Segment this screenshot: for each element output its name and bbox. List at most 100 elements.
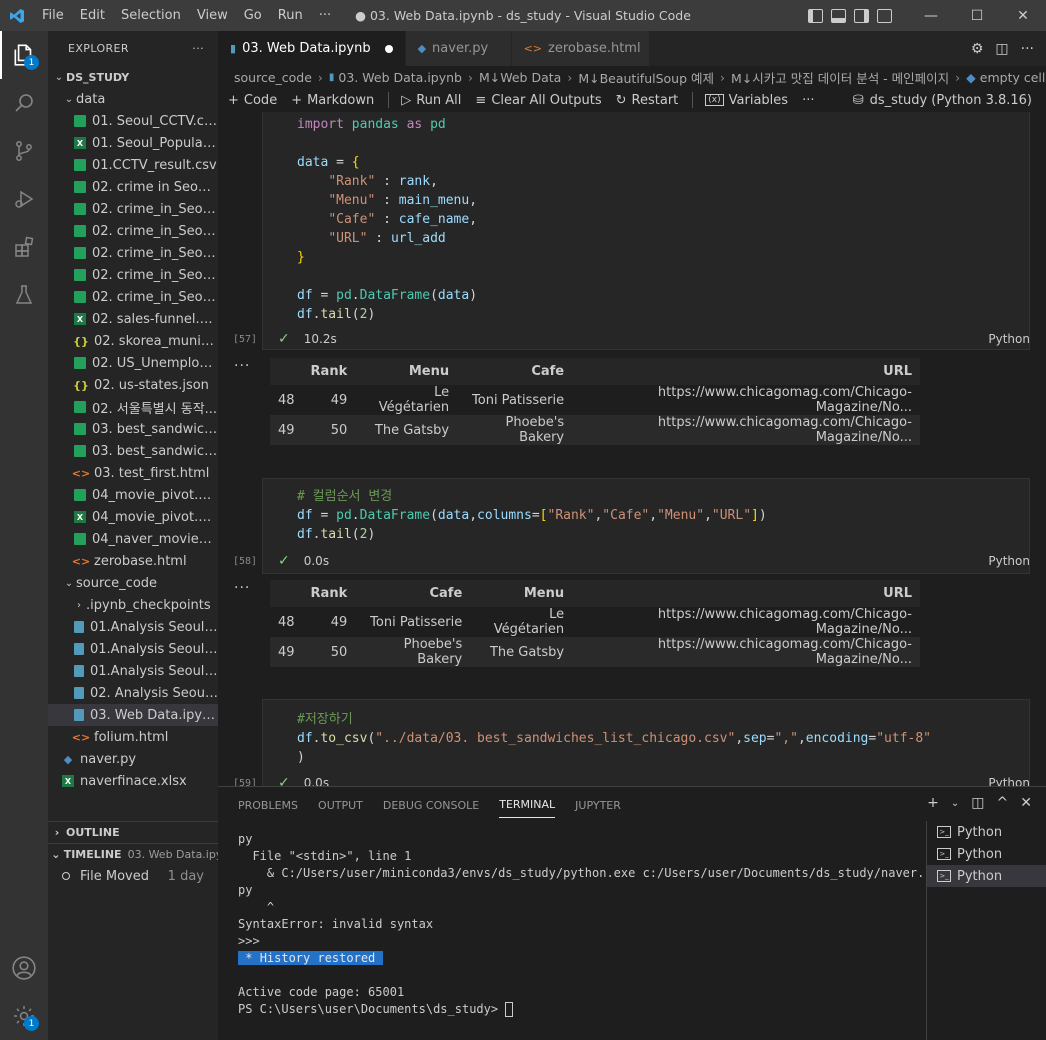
cell-language[interactable]: Python <box>988 554 1030 568</box>
breadcrumb-item[interactable]: empty cell <box>980 70 1046 85</box>
file-item[interactable]: 01.Analysis Seoul CC... <box>48 616 218 638</box>
more-actions-icon[interactable]: ··· <box>1021 41 1034 57</box>
cell-code[interactable]: #저장하기 df.to_csv("../data/03. best_sandwi… <box>263 700 1029 767</box>
file-item[interactable]: 02. crime_in_Seoul.csv <box>48 286 218 308</box>
customize-layout-icon[interactable] <box>877 8 892 23</box>
file-item[interactable]: 03. best_sandwiches... <box>48 440 218 462</box>
unsaved-dot-icon[interactable] <box>384 44 393 53</box>
output-more-icon[interactable]: ··· <box>234 358 250 374</box>
toggle-sidebar-icon[interactable] <box>808 8 823 23</box>
tab-zerobase-html[interactable]: <> zerobase.html <box>511 31 650 66</box>
file-item[interactable]: 01.Analysis Seoul CC... <box>48 638 218 660</box>
toggle-secondary-sidebar-icon[interactable] <box>854 8 869 23</box>
file-item[interactable]: 02. US_Unemploym... <box>48 352 218 374</box>
file-item[interactable]: X 02. sales-funnel.xlsx <box>48 308 218 330</box>
file-item[interactable]: X 04_movie_pivot.xlsx <box>48 506 218 528</box>
terminal-cursor[interactable] <box>505 1002 514 1017</box>
file-item[interactable]: 01.CCTV_result.csv <box>48 154 218 176</box>
code-cell-59[interactable]: #저장하기 df.to_csv("../data/03. best_sandwi… <box>262 699 1030 786</box>
cell-code[interactable]: import pandas as pd data = { "Rank" : ra… <box>263 112 1029 324</box>
breadcrumb-item[interactable]: M↓시카고 맛집 데이터 분석 - 메인페이지 <box>731 68 949 87</box>
file-item[interactable]: 03. best_sandwiches... <box>48 418 218 440</box>
run-debug-button[interactable] <box>0 175 48 223</box>
file-item[interactable]: <> 03. test_first.html <box>48 462 218 484</box>
file-item[interactable]: {} 02. us-states.json <box>48 374 218 396</box>
kernel-picker[interactable]: ⛁ ds_study (Python 3.8.16) <box>853 88 1032 112</box>
toolbar-more-button[interactable]: ··· <box>802 93 814 108</box>
code-cell-58[interactable]: # 컬럼순서 변경 df = pd.DataFrame(data,columns… <box>262 478 1030 574</box>
menu-file[interactable]: File <box>34 8 72 23</box>
breadcrumb-item[interactable]: 03. Web Data.ipynb <box>338 70 462 85</box>
tab-debug-console[interactable]: DEBUG CONSOLE <box>383 791 479 818</box>
source-control-button[interactable] <box>0 127 48 175</box>
file-item[interactable]: 04_naver_movie_raw... <box>48 528 218 550</box>
menu-edit[interactable]: Edit <box>72 8 113 23</box>
gear-icon[interactable]: ⚙ <box>971 41 984 57</box>
tab-naver-py[interactable]: ◆ naver.py <box>405 31 512 66</box>
add-code-cell-button[interactable]: + Code <box>228 93 277 108</box>
file-item[interactable]: Xnaverfinace.xlsx <box>48 770 218 792</box>
terminal-item[interactable]: >_ Python <box>927 821 1046 843</box>
terminal-output[interactable]: py File "<stdin>", line 1 & C:/Users/use… <box>238 831 924 1018</box>
menu-view[interactable]: View <box>189 8 236 23</box>
manage-button[interactable]: 1 <box>0 992 48 1040</box>
new-terminal-icon[interactable]: + <box>927 795 939 811</box>
menu-run[interactable]: Run <box>270 8 311 23</box>
file-item[interactable]: 02. crime_in_Seoul_fi... <box>48 220 218 242</box>
folder-data[interactable]: ⌄ data <box>48 88 218 110</box>
cell-language[interactable]: Python <box>988 776 1030 786</box>
code-cell-57[interactable]: import pandas as pd data = { "Rank" : ra… <box>262 112 1030 350</box>
workspace-root[interactable]: ⌄ DS_STUDY <box>48 66 218 88</box>
file-item[interactable]: 02. crime_in_Seoul_1... <box>48 198 218 220</box>
testing-button[interactable] <box>0 271 48 319</box>
tab-jupyter[interactable]: JUPYTER <box>575 791 621 818</box>
clear-outputs-button[interactable]: ≡ Clear All Outputs <box>475 93 601 108</box>
cell-code[interactable]: # 컬럼순서 변경 df = pd.DataFrame(data,columns… <box>263 479 1029 544</box>
folder-source-code[interactable]: ⌄ source_code <box>48 572 218 594</box>
accounts-button[interactable] <box>0 944 48 992</box>
close-panel-icon[interactable]: ✕ <box>1020 795 1032 811</box>
maximize-panel-icon[interactable]: ^ <box>997 795 1009 811</box>
breadcrumb-item[interactable]: M↓Web Data <box>479 70 561 85</box>
split-editor-icon[interactable]: ◫ <box>995 41 1008 57</box>
file-item[interactable]: 02. Analysis Seoul Cr... <box>48 682 218 704</box>
file-item[interactable]: <> folium.html <box>48 726 218 748</box>
maximize-button[interactable]: ☐ <box>954 0 1000 31</box>
tab-web-data-ipynb[interactable]: ▮ 03. Web Data.ipynb <box>218 31 406 66</box>
file-item[interactable]: {} 02. skorea_municipa... <box>48 330 218 352</box>
menu-more[interactable]: ··· <box>311 8 339 23</box>
tab-problems[interactable]: PROBLEMS <box>238 791 298 818</box>
outline-section[interactable]: › OUTLINE <box>48 821 218 843</box>
menu-go[interactable]: Go <box>236 8 270 23</box>
tab-terminal[interactable]: TERMINAL <box>499 790 556 818</box>
output-more-icon[interactable]: ··· <box>234 580 250 596</box>
chevron-down-icon[interactable]: ⌄ <box>951 795 959 811</box>
cell-language[interactable]: Python <box>988 332 1030 346</box>
folder-ipynb-checkpoints[interactable]: › .ipynb_checkpoints <box>48 594 218 616</box>
timeline-item[interactable]: File Moved 1 day <box>48 865 218 887</box>
file-item[interactable]: 02. crime in Seoul_fi... <box>48 176 218 198</box>
file-item[interactable]: 01.Analysis Seoul CC... <box>48 660 218 682</box>
explorer-more-button[interactable]: ··· <box>192 42 204 55</box>
file-item[interactable]: X 01. Seoul_Populatio... <box>48 132 218 154</box>
explorer-button[interactable]: 1 <box>0 31 48 79</box>
file-item[interactable]: 04_movie_pivot.csv <box>48 484 218 506</box>
variables-button[interactable]: (x) Variables <box>705 93 788 108</box>
file-item[interactable]: ◆ naver.py <box>48 748 218 770</box>
file-item[interactable]: 03. Web Data.ipynb <box>48 704 218 726</box>
toggle-panel-icon[interactable] <box>831 8 846 23</box>
restart-button[interactable]: ↻ Restart <box>616 93 679 108</box>
breadcrumb-item[interactable]: M↓BeautifulSoup 예제 <box>578 68 714 87</box>
terminal-item[interactable]: >_ Python <box>927 843 1046 865</box>
minimize-button[interactable]: — <box>908 0 954 31</box>
menu-selection[interactable]: Selection <box>113 8 189 23</box>
file-item[interactable]: 01. Seoul_CCTV.csv <box>48 110 218 132</box>
extensions-button[interactable] <box>0 223 48 271</box>
file-item[interactable]: 02. crime_in_Seoul_l... <box>48 242 218 264</box>
split-terminal-icon[interactable]: ◫ <box>971 795 984 811</box>
close-button[interactable]: ✕ <box>1000 0 1046 31</box>
terminal-item[interactable]: >_ Python <box>927 865 1046 887</box>
file-item[interactable]: <> zerobase.html <box>48 550 218 572</box>
search-button[interactable] <box>0 79 48 127</box>
timeline-section[interactable]: ⌄ TIMELINE 03. Web Data.ipy... <box>48 843 218 865</box>
